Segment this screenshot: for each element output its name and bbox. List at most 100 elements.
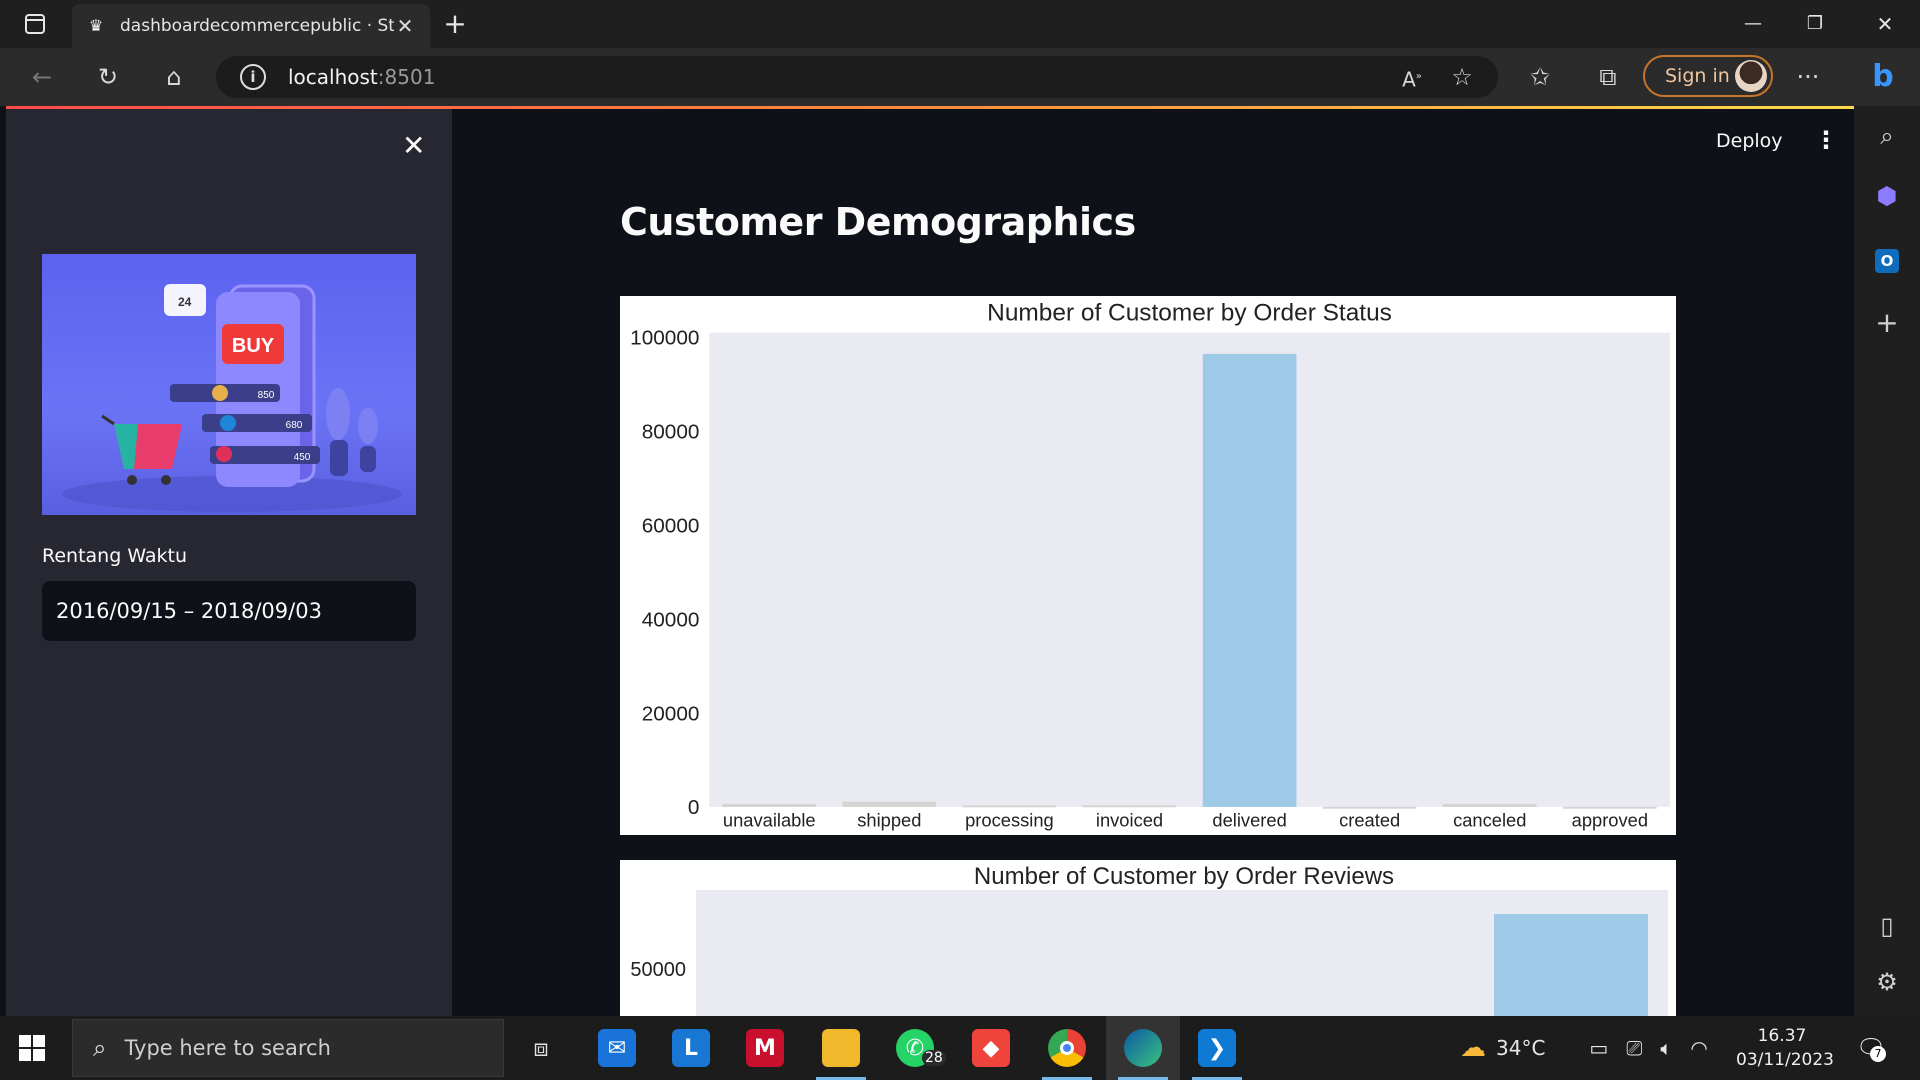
whatsapp-icon[interactable]: ✆ 28 [878, 1016, 952, 1080]
weather-temp[interactable]: 34°C [1496, 1036, 1545, 1060]
copilot-hex-icon[interactable]: ⬢ [1854, 182, 1920, 210]
minimize-icon[interactable]: — [1730, 0, 1776, 48]
url-text[interactable]: localhost:8501 [288, 65, 435, 89]
x-tick-label: created [1339, 809, 1400, 830]
close-sidebar-icon[interactable]: ✕ [402, 129, 425, 162]
x-tick-label: shipped [857, 809, 921, 830]
bar-invoiced [1082, 805, 1177, 808]
order-reviews-chart: Number of Customer by Order Reviews 5000… [620, 860, 1676, 1016]
weather-icon[interactable]: ☁ [1460, 1033, 1486, 1063]
tab-title: dashboardecommercepublic · Str [120, 16, 394, 36]
y-tick-label: 50000 [630, 959, 686, 981]
notification-icon[interactable]: 🗨︎7 [1856, 1034, 1886, 1062]
buy-label: BUY [232, 335, 275, 357]
lasso-l-icon[interactable]: L [654, 1016, 728, 1080]
page-title: Customer Demographics [620, 200, 1136, 244]
mail-icon[interactable]: ✉ [580, 1016, 654, 1080]
deploy-button[interactable]: Deploy [1716, 130, 1783, 152]
avatar [1735, 60, 1767, 92]
y-tick-label: 60000 [642, 515, 700, 538]
x-tick-label: approved [1572, 809, 1648, 830]
copilot-icon[interactable]: b [1858, 48, 1908, 106]
taskbar: ⌕ Type here to search ⧈ ✉ L M ✆ 28 ◆ ❯ ☁… [0, 1016, 1920, 1080]
order-status-chart: Number of Customer by Order Status 0 2000… [620, 296, 1676, 835]
window-close-icon[interactable]: ✕ [1862, 0, 1908, 48]
hide-sidebar-icon[interactable]: ▯ [1854, 912, 1920, 940]
taskbar-clock[interactable]: 16.37 03/11/2023 [1736, 1024, 1834, 1072]
vscode-icon[interactable]: ❯ [1180, 1016, 1254, 1080]
file-explorer-icon[interactable] [804, 1016, 878, 1080]
mcafee-icon[interactable]: M [728, 1016, 802, 1080]
restore-icon[interactable]: ❐ [1792, 0, 1838, 48]
clock-badge: 24 [178, 295, 192, 309]
y-tick-label: 80000 [642, 421, 700, 444]
x-tick-label: canceled [1453, 809, 1526, 830]
add-favorite-icon[interactable]: ☆ [1440, 48, 1484, 106]
clock-time: 16.37 [1757, 1026, 1807, 1046]
search-placeholder: Type here to search [124, 1036, 331, 1060]
bar-shipped [842, 801, 937, 807]
collections-icon[interactable]: ⧉ [1586, 48, 1630, 106]
favorites-icon[interactable]: ✩ [1518, 48, 1562, 106]
sidebar-hero-illustration: BUY 850 680 450 24 [42, 254, 416, 515]
notification-badge: 7 [1870, 1046, 1886, 1062]
search-icon: ⌕ [93, 1034, 107, 1062]
more-icon[interactable]: ··· [1786, 48, 1830, 106]
wifi-icon[interactable]: ◠ [1690, 1036, 1707, 1060]
y-tick-label: 100000 [630, 327, 699, 350]
chart-title: Number of Customer by Order Reviews [974, 863, 1394, 890]
back-icon[interactable]: ← [20, 48, 64, 106]
price-1: 850 [258, 390, 275, 401]
y-tick-label: 40000 [642, 608, 700, 631]
tab-actions-icon[interactable] [20, 0, 50, 48]
new-tab-icon[interactable]: + [440, 0, 470, 48]
home-icon[interactable]: ⌂ [152, 48, 196, 106]
windows-start-icon[interactable] [18, 1034, 46, 1062]
x-tick-label: delivered [1212, 809, 1286, 830]
outlook-icon[interactable]: O [1854, 244, 1920, 273]
bar-processing [962, 805, 1057, 808]
bar-canceled [1442, 803, 1537, 807]
clock-date: 03/11/2023 [1736, 1050, 1834, 1070]
browser-tab[interactable]: ♛ dashboardecommercepublic · Str ✕ [72, 4, 430, 48]
y-tick-label: 0 [688, 796, 700, 819]
price-2: 680 [286, 420, 303, 431]
settings-icon[interactable]: ⚙ [1854, 968, 1920, 996]
whatsapp-badge: 28 [922, 1050, 946, 1066]
volume-icon[interactable]: 🔈︎ [1660, 1036, 1672, 1060]
add-icon[interactable]: + [1854, 306, 1920, 339]
browser-toolbar: ← ↻ ⌂ i localhost:8501 A» ☆ ✩ ⧉ ··· b [0, 48, 1920, 106]
chart-plot-area [709, 332, 1670, 807]
tab-close-icon[interactable]: ✕ [394, 14, 416, 38]
bar-unavailable [722, 804, 817, 807]
address-bar[interactable]: i localhost:8501 [216, 56, 1498, 98]
refresh-icon[interactable]: ↻ [86, 48, 130, 106]
date-range-label: Rentang Waktu [42, 545, 188, 567]
system-tray: ☁ 34°C ▭ ⎚ 🔈︎ ◠ [1460, 1016, 1708, 1080]
x-tick-label: invoiced [1096, 809, 1163, 830]
main-menu-icon[interactable]: ⋮ [1814, 126, 1838, 154]
chart-title: Number of Customer by Order Status [987, 299, 1392, 326]
meet-now-icon[interactable]: ⎚ [1626, 1036, 1642, 1060]
battery-icon[interactable]: ▭ [1589, 1036, 1608, 1060]
sign-in-button[interactable]: Sign in [1643, 55, 1773, 97]
bar-created [1322, 806, 1417, 809]
bar-delivered [1202, 353, 1297, 807]
taskbar-search-input[interactable]: ⌕ Type here to search [72, 1019, 504, 1077]
streamlit-crown-icon: ♛ [88, 16, 104, 35]
search-icon[interactable]: ⌕ [1854, 122, 1920, 150]
edge-icon[interactable] [1106, 1016, 1180, 1080]
chrome-icon[interactable] [1030, 1016, 1104, 1080]
y-tick-label: 20000 [642, 702, 700, 725]
bar-review-top [1494, 914, 1648, 1016]
read-aloud-icon[interactable]: A» [1390, 48, 1434, 106]
x-tick-label: processing [965, 809, 1054, 830]
streamlit-app: ✕ BUY 850 680 450 24 Rentang Waktu 2016/… [6, 106, 1854, 1016]
browser-title-bar: ♛ dashboardecommercepublic · Str ✕ + — ❐… [0, 0, 1920, 48]
date-range-input[interactable]: 2016/09/15 – 2018/09/03 [42, 581, 416, 641]
sidebar: ✕ BUY 850 680 450 24 Rentang Waktu 2016/… [6, 109, 452, 1016]
anydesk-icon[interactable]: ◆ [954, 1016, 1028, 1080]
task-view-icon[interactable]: ⧈ [504, 1016, 578, 1080]
x-tick-label: unavailable [723, 809, 816, 830]
site-info-icon[interactable]: i [240, 64, 266, 90]
